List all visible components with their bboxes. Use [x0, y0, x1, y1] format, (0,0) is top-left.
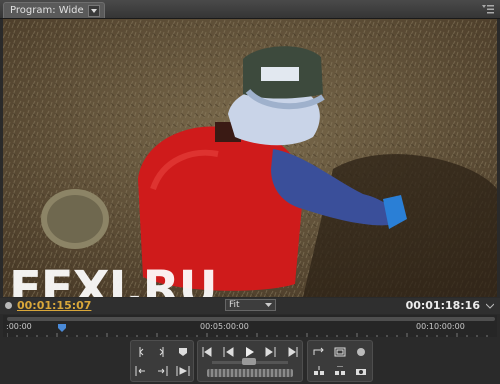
add-marker-button[interactable]	[174, 344, 192, 360]
output-settings-button[interactable]	[352, 344, 370, 360]
marker-group	[130, 340, 194, 382]
scroll-arrow-icon[interactable]	[486, 302, 494, 310]
duration-timecode: 00:01:18:16	[405, 299, 480, 312]
ruler-ticks	[7, 333, 488, 337]
zoom-level-label: Fit	[229, 300, 240, 310]
ruler-label-start: :00:00	[6, 322, 32, 331]
export-frame-camera-icon[interactable]	[352, 363, 370, 379]
program-monitor-video[interactable]: EFXI.RU	[3, 19, 497, 297]
current-timecode[interactable]: 00:01:15:07	[17, 299, 91, 312]
go-to-in-button[interactable]	[132, 363, 150, 379]
loop-button[interactable]	[310, 344, 328, 360]
extract-button[interactable]	[331, 363, 349, 379]
zoom-level-dropdown[interactable]: Fit	[225, 299, 276, 311]
step-back-button[interactable]	[220, 344, 238, 360]
go-to-out-button[interactable]	[153, 363, 171, 379]
safe-margins-button[interactable]	[331, 344, 349, 360]
chevron-down-icon	[265, 303, 272, 307]
ruler-label-end: 00:10:00:00	[416, 322, 465, 331]
watermark-text: EFXI.RU	[9, 261, 218, 297]
go-to-previous-edit-button[interactable]	[200, 344, 218, 360]
panel-tabbar: Program: Wide	[0, 0, 500, 19]
mark-in-button[interactable]	[132, 344, 150, 360]
go-to-next-edit-button[interactable]	[282, 344, 300, 360]
tab-program[interactable]: Program: Wide	[3, 2, 105, 18]
lift-button[interactable]	[310, 363, 328, 379]
play-in-to-out-button[interactable]	[174, 363, 192, 379]
step-forward-button[interactable]	[261, 344, 279, 360]
tab-label: Program: Wide	[10, 5, 84, 16]
marker-dot-icon[interactable]	[5, 302, 12, 309]
transport-controls	[0, 338, 500, 384]
jog-wheel[interactable]	[207, 369, 293, 377]
time-ruler[interactable]: :00:00 00:05:00:00 00:10:00:00	[3, 315, 497, 337]
edit-group	[307, 340, 373, 382]
ruler-label-mid: 00:05:00:00	[200, 322, 249, 331]
timecode-bar: 00:01:15:07 Fit 00:01:18:16	[0, 298, 500, 314]
zoom-scroll-bar[interactable]	[7, 317, 495, 321]
video-frame-image	[3, 19, 497, 297]
shuttle-slider[interactable]	[242, 358, 256, 365]
panel-menu-icon[interactable]	[480, 3, 496, 15]
sequence-dropdown-icon[interactable]	[87, 4, 100, 17]
mark-out-button[interactable]	[153, 344, 171, 360]
playhead-icon[interactable]	[58, 324, 66, 332]
